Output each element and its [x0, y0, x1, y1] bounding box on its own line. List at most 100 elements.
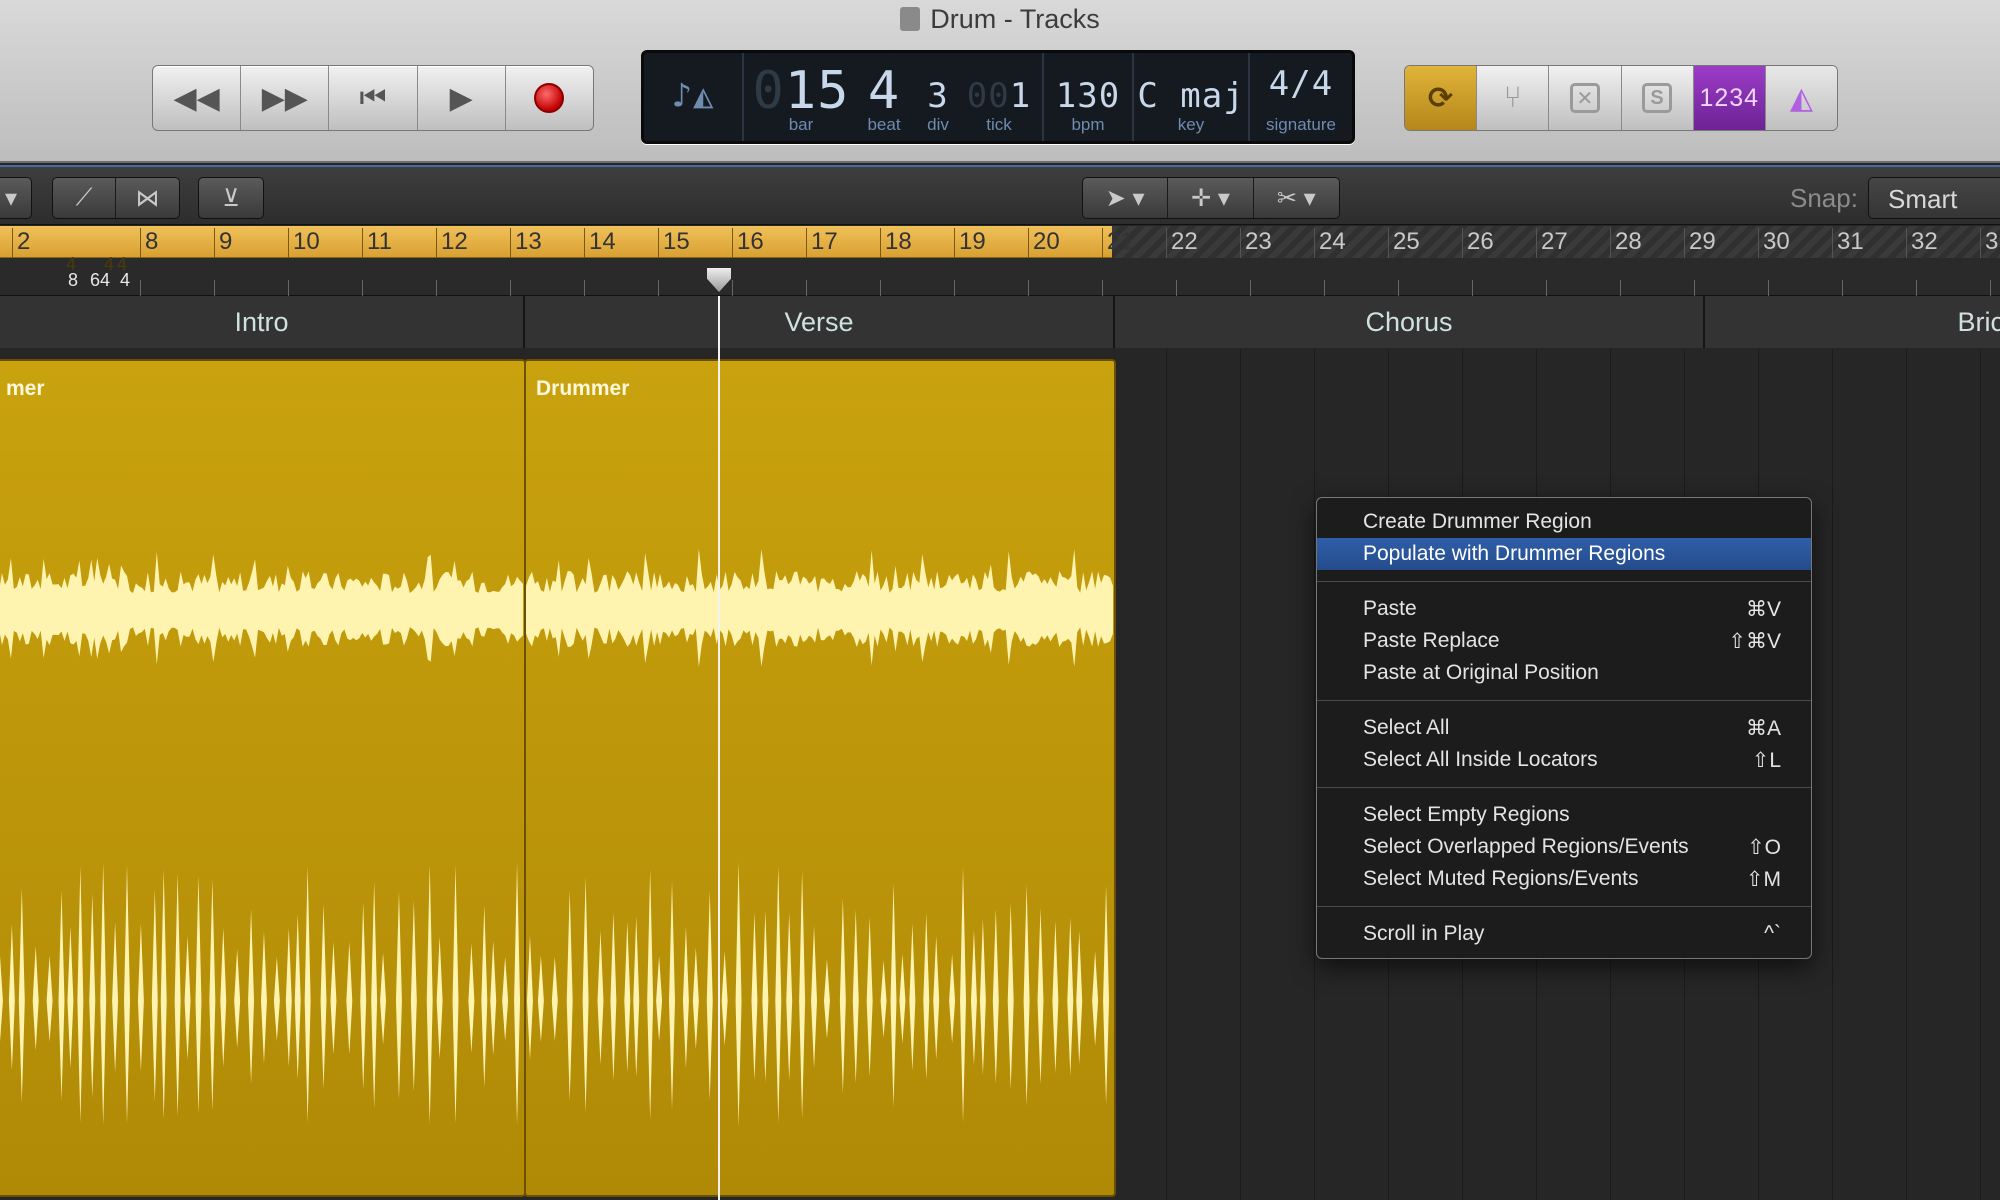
ruler-bar-number: 26: [1462, 228, 1494, 258]
command-click-tool-menu[interactable]: ✂ ▾: [1254, 178, 1339, 218]
snap-select[interactable]: Smart: [1868, 177, 2000, 219]
signature-label: signature: [1266, 115, 1336, 134]
ruler-bar-number: 10: [288, 228, 320, 258]
marker-intro[interactable]: Intro: [0, 296, 525, 348]
tuner-button[interactable]: ⑂: [1477, 66, 1550, 130]
waveform: [0, 551, 524, 1126]
fast-forward-button[interactable]: ▶▶: [241, 66, 330, 130]
menu-item-label: Select Overlapped Regions/Events: [1363, 835, 1689, 858]
key-value: C maj: [1137, 76, 1245, 116]
lcd-key[interactable]: C maj key: [1134, 53, 1250, 141]
menu-shortcut: ^`: [1764, 922, 1781, 945]
catch-group: ⊻: [198, 177, 264, 219]
secondary-tool-menu[interactable]: ✛ ▾: [1168, 178, 1254, 218]
scissors-icon: ✂ ▾: [1276, 184, 1316, 212]
lcd-signature[interactable]: 4/4 signature: [1250, 53, 1352, 141]
lcd-mode-icons[interactable]: ♪◭: [644, 53, 744, 141]
count-in-button[interactable]: 1234: [1693, 66, 1766, 130]
menu-shortcut: ⌘V: [1745, 597, 1781, 621]
menu-item-create-drummer-region[interactable]: Create Drummer Region: [1317, 506, 1811, 538]
play-icon: ▶: [449, 81, 473, 115]
menu-item-label: Select Muted Regions/Events: [1363, 867, 1639, 890]
lcd-display[interactable]: ♪◭ 015 bar 4 beat 3 div 001 tick 130 bpm…: [641, 50, 1355, 144]
menu-item-label: Select Empty Regions: [1363, 803, 1570, 826]
ruler-tick: [1250, 280, 1251, 296]
play-button[interactable]: ▶: [418, 66, 506, 130]
replace-button[interactable]: ✕: [1549, 66, 1622, 130]
waveform-top: [0, 551, 524, 665]
cycle-area[interactable]: [0, 226, 1112, 258]
marker-bridge[interactable]: Bric: [1705, 296, 2000, 348]
catch-icon: ⊻: [222, 184, 240, 212]
ruler-bar-number: 8: [140, 228, 158, 258]
ruler-tick: [362, 280, 363, 296]
view-menu-button[interactable]: ▾: [0, 177, 32, 219]
ruler-tick: [1028, 280, 1029, 296]
marker-label: Intro: [234, 306, 289, 337]
pointer-tool-menu[interactable]: ➤ ▾: [1083, 178, 1169, 218]
marker-chorus[interactable]: Chorus: [1115, 296, 1705, 348]
waveform-bottom: [0, 863, 521, 1126]
menu-shortcut: ⇧O: [1747, 835, 1781, 859]
metronome-button[interactable]: ◭: [1765, 66, 1837, 130]
tool-selector: ➤ ▾ ✛ ▾ ✂ ▾: [1082, 177, 1340, 219]
menu-item-populate-drummer-regions[interactable]: Populate with Drummer Regions: [1317, 538, 1811, 570]
waveform-top: [526, 548, 1114, 668]
chevron-down-icon: ▾: [4, 184, 18, 212]
menu-item-select-all[interactable]: Select All ⌘A: [1317, 712, 1811, 744]
ruler-bar-number: 25: [1388, 228, 1420, 258]
menu-item-select-overlapped[interactable]: Select Overlapped Regions/Events ⇧O: [1317, 831, 1811, 863]
ruler-tick: [436, 280, 437, 296]
playhead-line: [718, 296, 720, 1200]
rewind-button[interactable]: ◀◀: [153, 66, 242, 130]
menu-item-paste[interactable]: Paste ⌘V: [1317, 593, 1811, 625]
menu-item-scroll-in-play[interactable]: Scroll in Play ^`: [1317, 918, 1811, 950]
ruler-bar-number: 12: [436, 228, 468, 258]
ruler-tick: [510, 280, 511, 296]
ruler-tick: [954, 280, 955, 296]
menu-item-select-empty-regions[interactable]: Select Empty Regions: [1317, 799, 1811, 831]
menu-item-paste-original-position[interactable]: Paste at Original Position: [1317, 657, 1811, 689]
pointer-icon: ➤ ▾: [1105, 184, 1145, 212]
menu-item-label: Paste Replace: [1363, 629, 1500, 652]
menu-separator: [1317, 787, 1811, 788]
ruler-bar-number: 13: [510, 228, 542, 258]
bpm-value: 130: [1055, 76, 1121, 116]
ruler-tick: [806, 280, 807, 296]
flex-icon: ⋈: [135, 184, 160, 212]
lcd-tempo[interactable]: 130 bpm: [1044, 53, 1134, 141]
ruler-bar-number: 29: [1684, 228, 1716, 258]
flex-button[interactable]: ⋈: [116, 178, 179, 218]
marker-label: Bric: [1957, 306, 2000, 337]
cycle-icon: ⟳: [1428, 81, 1454, 115]
ruler-tick-row: 4 4 4 8 64 4: [0, 254, 2000, 296]
ruler-tick: [1398, 280, 1399, 296]
menu-item-select-inside-locators[interactable]: Select All Inside Locators ⇧L: [1317, 744, 1811, 776]
drummer-region[interactable]: Drummer: [524, 359, 1116, 1197]
ruler-bar-number: 17: [806, 228, 838, 258]
menu-shortcut: ⇧M: [1745, 867, 1781, 891]
drummer-region[interactable]: mer: [0, 359, 526, 1197]
menu-item-select-muted[interactable]: Select Muted Regions/Events ⇧M: [1317, 863, 1811, 895]
bar-gridline: [1906, 349, 1907, 1200]
marker-verse[interactable]: Verse: [525, 296, 1115, 348]
automation-button[interactable]: ⟋: [53, 178, 117, 218]
solo-button[interactable]: S: [1622, 66, 1694, 130]
ruler-bar-number: 28: [1610, 228, 1642, 258]
automation-icon: ⟋: [75, 184, 93, 211]
bar-gridline: [1166, 349, 1167, 1200]
ruler-bar-number: 18: [880, 228, 912, 258]
cycle-button[interactable]: ⟳: [1405, 66, 1478, 130]
menu-item-paste-replace[interactable]: Paste Replace ⇧⌘V: [1317, 625, 1811, 657]
lcd-position[interactable]: 015 bar 4 beat 3 div 001 tick: [744, 53, 1044, 141]
bar-ruler[interactable]: 2 8 9 10 11 12 13 14 15 16 17 18 19 20 21 22 23 24 25 26 27 2…: [0, 226, 2000, 296]
waveform-bottom: [526, 861, 1110, 1127]
ruler-bar-number: 20: [1028, 228, 1060, 258]
note-metronome-icon: ♪◭: [671, 76, 715, 116]
bar-gridline: [1240, 349, 1241, 1200]
ruler-bar-number: 32: [1906, 228, 1938, 258]
go-to-beginning-button[interactable]: ⏮: [329, 66, 418, 130]
record-button[interactable]: [506, 66, 593, 130]
bar-value: 15: [784, 61, 850, 121]
catch-button[interactable]: ⊻: [199, 178, 263, 218]
